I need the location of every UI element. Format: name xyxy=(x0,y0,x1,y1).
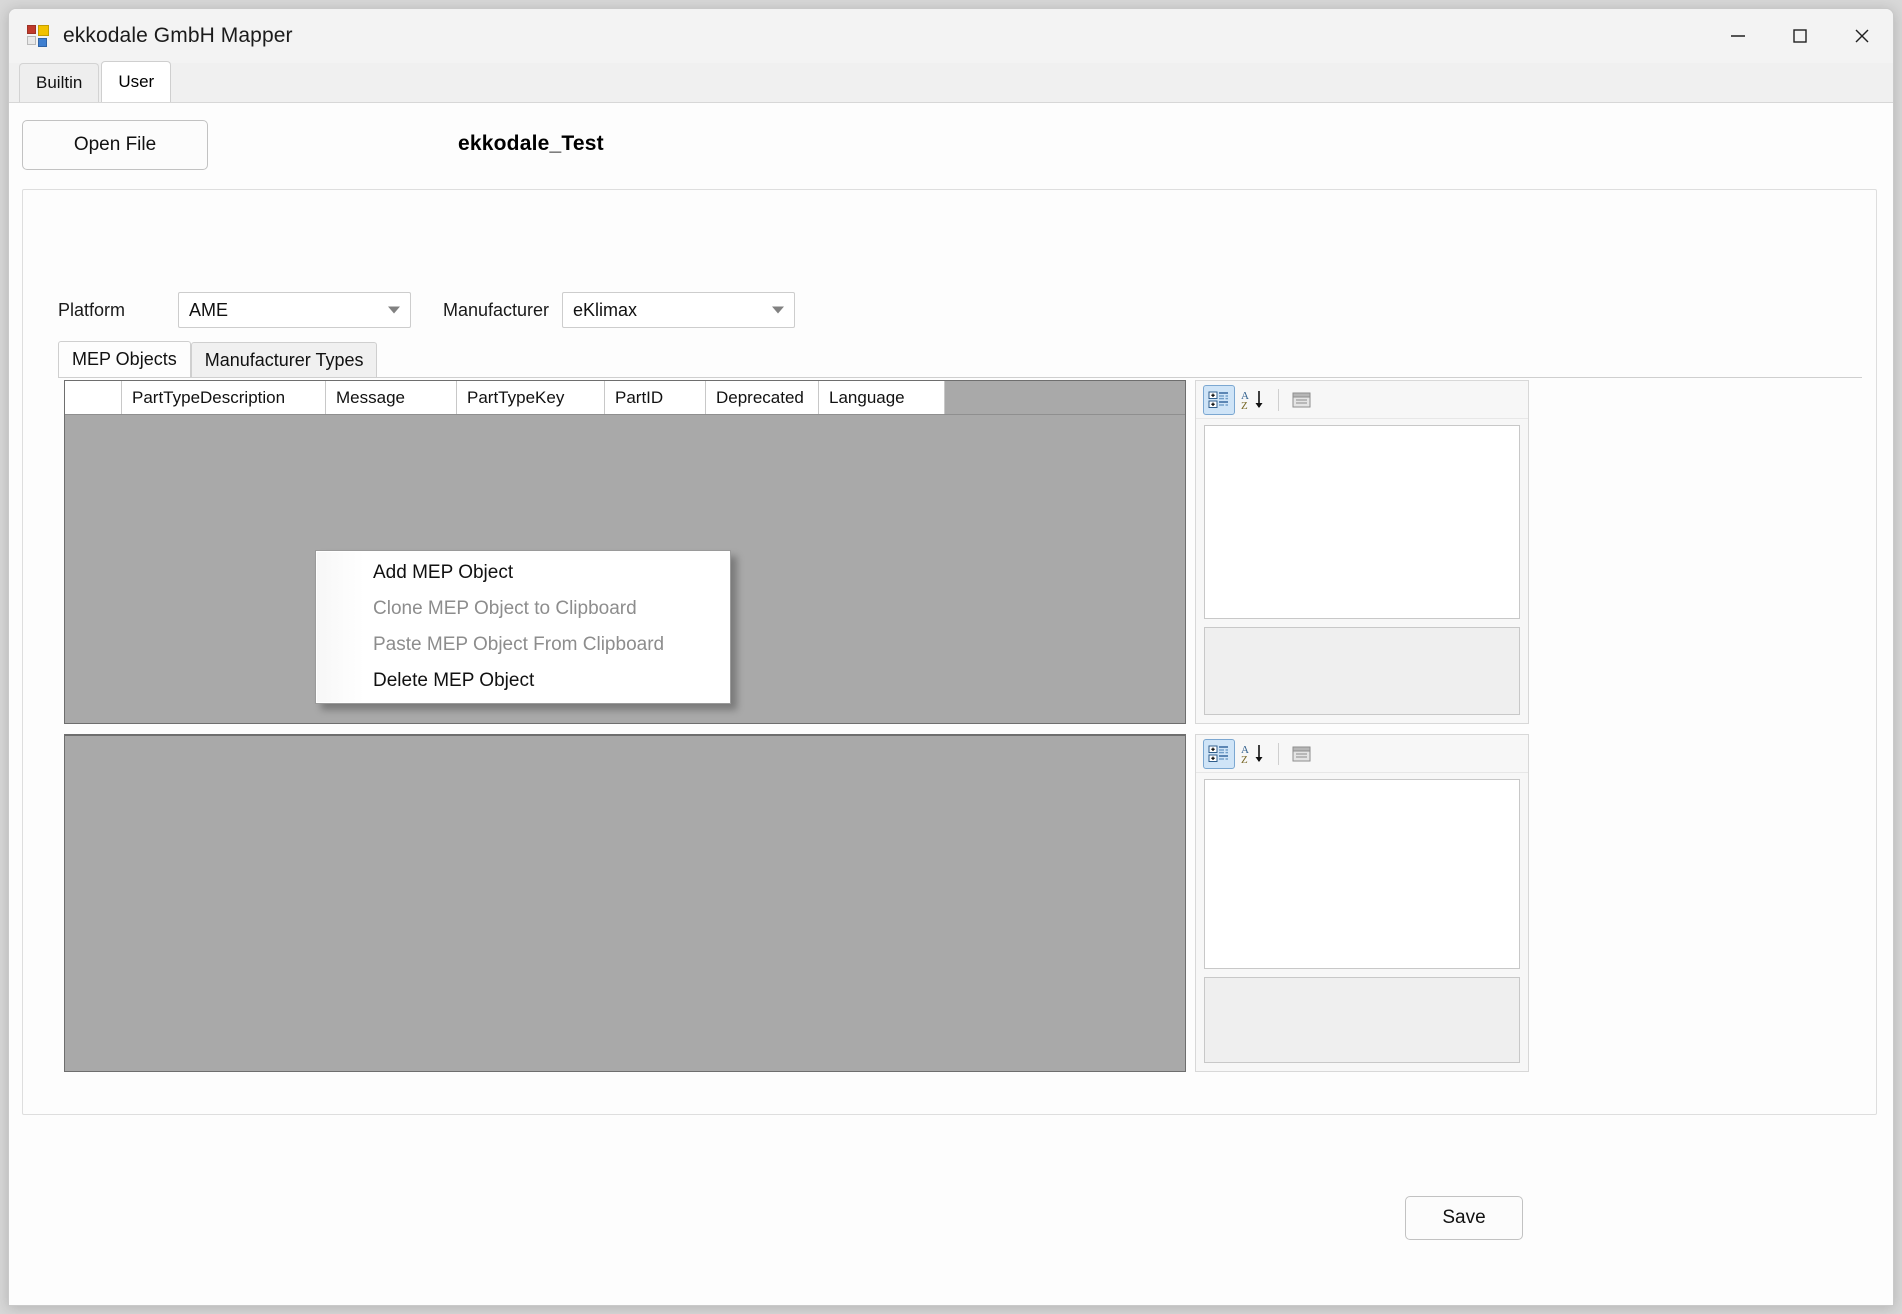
tab-builtin[interactable]: Builtin xyxy=(19,63,100,102)
open-file-button[interactable]: Open File xyxy=(22,120,208,170)
column-header-message[interactable]: Message xyxy=(326,381,457,414)
manufacturer-type-property-toolbar: A Z xyxy=(1196,735,1528,773)
manufacturer-combobox-value: eKlimax xyxy=(573,299,638,320)
manufacturer-type-property-description xyxy=(1204,977,1520,1063)
tab-user-label: User xyxy=(118,72,155,91)
menu-item-delete-mep-object-label: Delete MEP Object xyxy=(373,670,535,691)
mep-object-context-menu: Add MEP Object Clone MEP Object to Clipb… xyxy=(315,550,731,704)
column-header-language[interactable]: Language xyxy=(819,381,945,414)
toolbar-separator xyxy=(1278,388,1279,411)
tab-mep-objects-label: MEP Objects xyxy=(72,349,177,369)
close-button[interactable] xyxy=(1831,9,1893,63)
manufacturer-type-property-grid: A Z xyxy=(1195,734,1529,1072)
application-window: ekkodale GmbH Mapper Builtin User Open F… xyxy=(8,8,1894,1306)
caption-buttons xyxy=(1707,9,1893,63)
window-title: ekkodale GmbH Mapper xyxy=(63,24,293,47)
mep-objects-grid-header: PartTypeDescription Message PartTypeKey … xyxy=(65,381,1185,415)
svg-text:Z: Z xyxy=(1241,400,1248,411)
tab-user[interactable]: User xyxy=(101,61,172,102)
property-pages-icon[interactable] xyxy=(1286,385,1318,415)
mep-object-property-description xyxy=(1204,627,1520,715)
platform-combobox-value: AME xyxy=(189,299,229,320)
tab-builtin-label: Builtin xyxy=(36,73,83,92)
platform-label: Platform xyxy=(58,300,126,320)
mep-object-property-list[interactable] xyxy=(1204,425,1520,619)
mapper-panel: Platform AME Manufacturer eKlimax MEP Ob… xyxy=(22,189,1877,1115)
tab-page-user: Open File ekkodale_Test Platform AME Man… xyxy=(9,103,1893,1305)
svg-text:Z: Z xyxy=(1241,754,1248,765)
mep-object-property-grid: A Z xyxy=(1195,380,1529,724)
menu-item-paste-mep-object: Paste MEP Object From Clipboard xyxy=(316,627,730,663)
tab-manufacturer-types-label: Manufacturer Types xyxy=(204,349,364,370)
menu-item-delete-mep-object[interactable]: Delete MEP Object xyxy=(316,663,730,699)
mep-object-property-toolbar: A Z xyxy=(1196,381,1528,419)
app-tiles-icon xyxy=(27,25,49,47)
minimize-button[interactable] xyxy=(1707,9,1769,63)
property-pages-icon[interactable] xyxy=(1286,739,1318,769)
menu-item-clone-mep-object: Clone MEP Object to Clipboard xyxy=(316,591,730,627)
column-header-partid[interactable]: PartID xyxy=(605,381,706,414)
inner-tab-strip: MEP Objects Manufacturer Types xyxy=(58,341,1862,378)
menu-item-add-mep-object[interactable]: Add MEP Object xyxy=(316,555,730,591)
chevron-down-icon xyxy=(772,306,784,314)
menu-item-clone-mep-object-label: Clone MEP Object to Clipboard xyxy=(373,598,637,619)
column-header-parttypekey[interactable]: PartTypeKey xyxy=(457,381,605,414)
column-header-parttypedescription[interactable]: PartTypeDescription xyxy=(122,381,326,414)
manufacturer-types-grid[interactable] xyxy=(64,734,1186,1072)
top-level-tab-strip: Builtin User xyxy=(9,61,1893,103)
alphabetical-sort-icon[interactable]: A Z xyxy=(1237,385,1269,415)
manufacturer-combobox[interactable]: eKlimax xyxy=(562,292,795,328)
column-header-deprecated[interactable]: Deprecated xyxy=(706,381,819,414)
alphabetical-sort-icon[interactable]: A Z xyxy=(1237,739,1269,769)
toolbar-separator xyxy=(1278,742,1279,765)
manufacturer-label: Manufacturer xyxy=(443,300,550,320)
platform-combobox[interactable]: AME xyxy=(178,292,411,328)
loaded-file-title: ekkodale_Test xyxy=(458,132,604,155)
title-bar: ekkodale GmbH Mapper xyxy=(9,9,1893,63)
categorized-icon[interactable] xyxy=(1203,738,1235,769)
tab-manufacturer-types[interactable]: Manufacturer Types xyxy=(190,342,378,377)
menu-item-paste-mep-object-label: Paste MEP Object From Clipboard xyxy=(373,634,665,655)
manufacturer-type-property-list[interactable] xyxy=(1204,779,1520,969)
chevron-down-icon xyxy=(388,306,400,314)
menu-item-add-mep-object-label: Add MEP Object xyxy=(373,562,514,583)
maximize-button[interactable] xyxy=(1769,9,1831,63)
grid-row-header-corner xyxy=(65,381,122,414)
tab-mep-objects[interactable]: MEP Objects xyxy=(58,341,191,377)
save-button[interactable]: Save xyxy=(1405,1196,1523,1240)
grid-header-filler xyxy=(945,381,1185,414)
categorized-icon[interactable] xyxy=(1203,384,1235,415)
